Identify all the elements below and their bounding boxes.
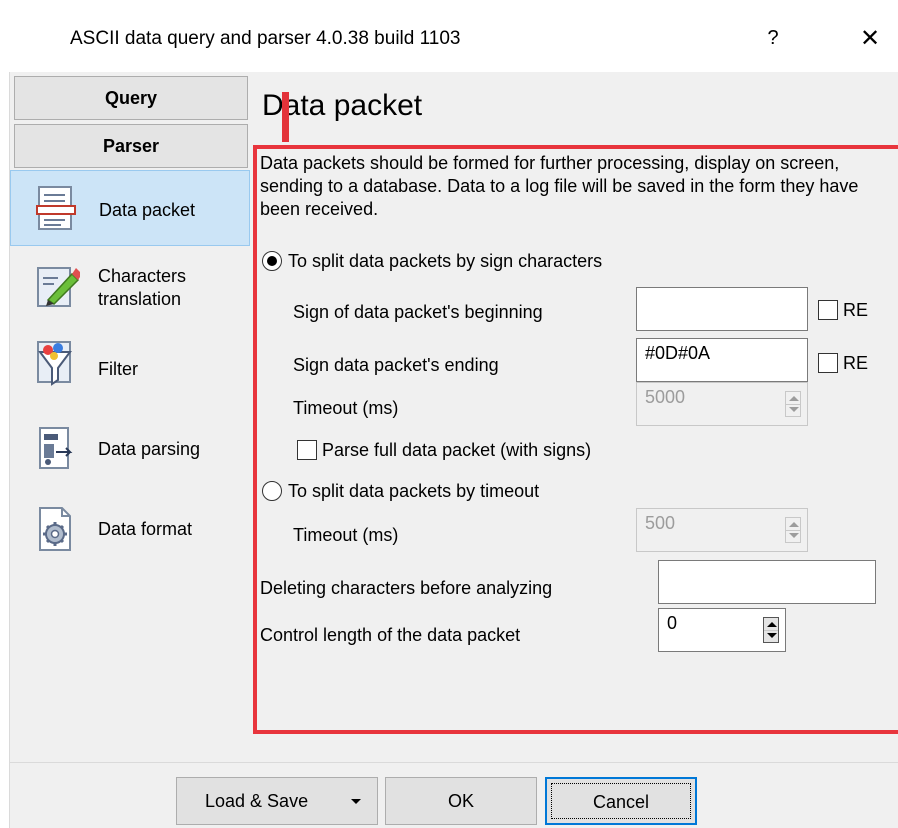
sign-end-re-label: RE	[843, 353, 869, 373]
sign-begin-label: Sign of data packet's beginning	[293, 302, 543, 322]
sidebar-item-data-packet[interactable]: Data packet	[10, 170, 250, 246]
sign-begin-re-checkbox[interactable]	[818, 300, 838, 320]
spin-divider	[786, 404, 800, 405]
spin-divider	[786, 530, 800, 531]
data-packet-icon	[36, 186, 76, 230]
ok-button[interactable]: OK	[385, 777, 537, 825]
load-save-label: Load & Save	[205, 791, 309, 811]
parse-full-checkbox[interactable]	[297, 440, 317, 460]
sign-end-re-checkbox[interactable]	[818, 353, 838, 373]
spin-buttons[interactable]	[785, 391, 801, 417]
split-timeout-label: Timeout (ms)	[293, 525, 399, 545]
sidebar-item-label-text: Characters translation	[98, 266, 187, 309]
funnel-icon	[37, 341, 72, 386]
page-description: Data packets should be formed for furthe…	[260, 153, 859, 219]
section-query-button[interactable]: Query	[14, 76, 248, 120]
sign-timeout-stepper[interactable]: 5000	[636, 382, 808, 426]
sign-end-label: Sign data packet's ending	[293, 355, 499, 375]
spin-down-icon	[789, 407, 799, 412]
ok-label: OK	[447, 791, 474, 811]
split-by-timeout-label[interactable]: To split data packets by timeout	[288, 481, 539, 502]
window-border	[0, 72, 10, 828]
control-length-stepper[interactable]: 0	[658, 608, 786, 652]
parse-full-label[interactable]: Parse full data packet (with signs)	[322, 440, 591, 461]
annotation-marker	[282, 92, 289, 142]
spin-up-icon	[789, 522, 799, 527]
cancel-button[interactable]: Cancel	[545, 777, 697, 825]
sidebar-item-label: Data parsing	[98, 439, 201, 459]
sidebar-item-filter[interactable]: Filter	[10, 332, 250, 408]
split-by-timeout-radio[interactable]	[262, 481, 282, 501]
sign-begin-input[interactable]	[636, 287, 808, 331]
control-length-label: Control length of the data packet	[260, 625, 521, 645]
spin-buttons[interactable]	[763, 617, 779, 643]
close-button[interactable]: ✕	[855, 24, 885, 53]
sidebar-item-label: Characters translation	[98, 265, 186, 311]
control-length-value: 0	[667, 613, 678, 633]
sign-timeout-label: Timeout (ms)	[293, 398, 399, 418]
spin-up-icon	[789, 396, 799, 401]
split-by-sign-radio[interactable]	[262, 251, 282, 271]
parsing-icon	[39, 427, 73, 469]
chevron-down-icon	[351, 799, 361, 804]
window-title: ASCII data query and parser 4.0.38 build…	[70, 28, 461, 49]
pencil-icon	[37, 267, 80, 307]
sign-begin-re-label: RE	[843, 300, 869, 320]
spin-divider	[764, 630, 778, 631]
deleting-label: Deleting characters before analyzing	[260, 578, 553, 598]
sidebar-item-data-format[interactable]: Data format	[10, 492, 250, 568]
sign-end-value: #0D#0A	[645, 343, 711, 363]
sidebar-item-data-parsing[interactable]: Data parsing	[10, 412, 250, 488]
help-button[interactable]: ?	[763, 27, 783, 50]
sidebar-item-label: Data format	[98, 519, 193, 539]
sign-timeout-value: 5000	[645, 387, 686, 407]
spin-up-icon	[767, 622, 777, 627]
spin-down-icon	[789, 533, 799, 538]
deleting-input[interactable]	[658, 560, 876, 604]
spin-down-icon	[767, 633, 777, 638]
title-bar: ASCII data query and parser 4.0.38 build…	[0, 0, 898, 72]
sidebar: Query Parser Data packet Characters tran…	[10, 72, 250, 762]
sidebar-item-label: Data packet	[99, 200, 196, 220]
split-by-sign-label[interactable]: To split data packets by sign characters	[288, 251, 602, 272]
sidebar-item-label: Filter	[98, 359, 138, 379]
gear-icon	[39, 507, 71, 551]
cancel-label: Cancel	[592, 792, 650, 812]
section-parser-button[interactable]: Parser	[14, 124, 248, 168]
sidebar-item-characters-translation[interactable]: Characters translation	[10, 248, 250, 324]
spin-buttons[interactable]	[785, 517, 801, 543]
split-timeout-stepper[interactable]: 500	[636, 508, 808, 552]
load-save-button[interactable]: Load & Save	[176, 777, 378, 825]
dialog-footer: Load & Save OK Cancel	[10, 762, 898, 828]
split-timeout-value: 500	[645, 513, 676, 533]
sign-end-input[interactable]: #0D#0A	[636, 338, 808, 382]
